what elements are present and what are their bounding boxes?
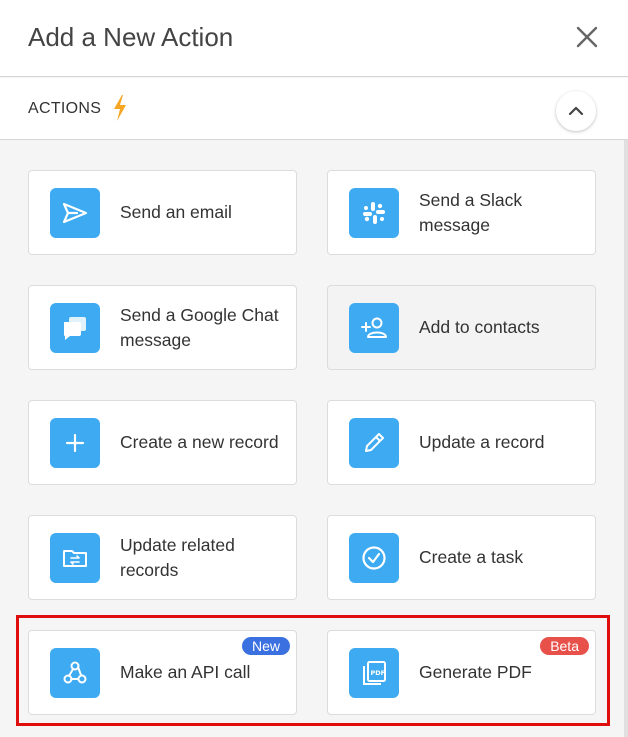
folder-sync-icon (50, 533, 100, 583)
slack-icon (349, 188, 399, 238)
action-card[interactable]: Update a record (327, 400, 596, 485)
actions-section-header[interactable]: ACTIONS (0, 78, 628, 140)
lightning-bolt-icon (114, 95, 126, 121)
pdf-icon: PDF (349, 648, 399, 698)
action-card[interactable]: Send a Slack message (327, 170, 596, 255)
pencil-icon (349, 418, 399, 468)
action-label: Add to contacts (419, 317, 540, 337)
action-label: Create a task (419, 547, 524, 567)
add-contact-icon (349, 303, 399, 353)
scrollbar[interactable] (624, 140, 628, 737)
action-card[interactable]: Make an API call New (28, 630, 297, 715)
plus-icon (50, 418, 100, 468)
dialog-title: Add a New Action (28, 22, 234, 52)
svg-text:PDF: PDF (371, 669, 386, 677)
close-icon[interactable] (574, 24, 600, 50)
action-card[interactable]: Send a Google Chat message (28, 285, 297, 370)
check-circle-icon (349, 533, 399, 583)
status-badge: New (241, 637, 290, 655)
status-badge: Beta (540, 637, 589, 655)
collapse-button[interactable] (556, 91, 596, 131)
action-card[interactable]: Create a new record (28, 400, 297, 485)
chevron-up-icon (568, 106, 584, 116)
section-label: ACTIONS (28, 100, 102, 117)
action-label: Update related records (120, 534, 235, 580)
action-card[interactable]: Update related records (28, 515, 297, 600)
send-icon (50, 188, 100, 238)
action-label: Send a Google Chat message (120, 304, 279, 350)
action-label: Send a Slack message (419, 189, 523, 235)
action-label: Create a new record (120, 432, 279, 452)
action-label: Send an email (120, 202, 232, 222)
dialog-header: Add a New Action (0, 0, 628, 77)
action-card[interactable]: PDF Generate PDF Beta (327, 630, 596, 715)
webhook-icon (50, 648, 100, 698)
chat-icon (50, 303, 100, 353)
action-label: Update a record (419, 432, 545, 452)
action-card[interactable]: Send an email (28, 170, 297, 255)
action-card[interactable]: Add to contacts (327, 285, 596, 370)
action-card[interactable]: Create a task (327, 515, 596, 600)
